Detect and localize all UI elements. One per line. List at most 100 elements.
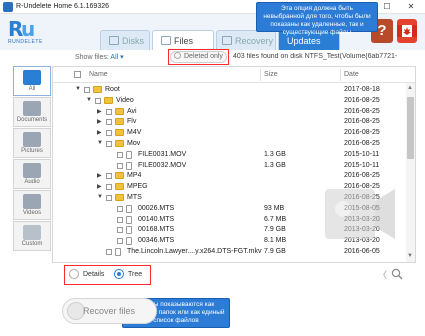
folder-icon — [115, 129, 124, 137]
show-files-value: All — [110, 54, 119, 61]
row-date: 2016-08-25 — [344, 118, 380, 126]
column-header: Name Size Date — [53, 67, 415, 83]
file-icon — [126, 215, 132, 224]
collapse-arrow-icon[interactable]: ▼ — [86, 97, 92, 103]
row-checkbox[interactable] — [106, 119, 112, 126]
table-row[interactable]: ▶ M4V 2016-08-25 — [53, 128, 403, 139]
file-tree-list: Name Size Date ▼ Root 2017-08-18 ▼ Video 2016… — [52, 66, 416, 263]
expand-arrow-icon[interactable]: ▶ — [97, 118, 102, 125]
expand-arrow-icon[interactable]: ▶ — [97, 172, 102, 179]
folder-icon — [115, 118, 124, 126]
table-row[interactable]: ▶ Flv 2016-08-25 — [53, 117, 403, 128]
folder-icon — [115, 172, 124, 180]
row-name: Video — [116, 96, 134, 104]
maximize-button[interactable]: ☐ — [376, 0, 398, 14]
row-name: The.Lincoln.Lawyer....y.x264.DTS-FGT.mkv — [127, 248, 262, 255]
folder-icon — [161, 36, 171, 45]
row-checkbox[interactable] — [106, 184, 112, 191]
row-size: 7.9 GB — [264, 226, 286, 234]
video-watermark-icon — [325, 189, 395, 239]
recover-files-button[interactable]: Recover files — [62, 298, 157, 324]
row-name: 00140.MTS — [138, 215, 175, 223]
file-icon — [115, 248, 121, 256]
column-date[interactable]: Date — [344, 71, 359, 78]
table-row[interactable]: FILE0032.MOV 1.3 GB 2015-10-11 — [53, 161, 403, 172]
row-name: 00346.MTS — [138, 237, 175, 245]
file-icon — [126, 204, 132, 213]
show-files-filter[interactable]: Show files: All ▾ — [75, 53, 124, 61]
table-row[interactable]: ▼ Root 2017-08-18 — [53, 85, 403, 96]
expand-arrow-icon[interactable]: ▶ — [97, 129, 102, 136]
expand-arrow-icon[interactable]: ▶ — [97, 183, 102, 190]
row-checkbox[interactable] — [106, 141, 112, 147]
sidebar-item-videos[interactable]: Videos — [13, 190, 51, 220]
found-info: 403 files found on disk NTFS_Test(Volume… — [233, 53, 398, 60]
row-checkbox[interactable] — [95, 97, 101, 104]
select-all-checkbox[interactable] — [74, 71, 81, 78]
column-size[interactable]: Size — [264, 71, 278, 78]
close-button[interactable]: ✕ — [400, 0, 422, 14]
collapse-arrow-icon[interactable]: ▼ — [97, 194, 103, 200]
sidebar-item-all[interactable]: All — [13, 66, 51, 96]
nav-prev-icon[interactable]: 〈 — [378, 268, 387, 281]
row-date: 2015-10-11 — [344, 161, 380, 169]
videos-icon — [23, 194, 41, 209]
tab-files[interactable]: Files — [152, 30, 214, 50]
sidebar-item-audio[interactable]: Audio — [13, 159, 51, 189]
folder-icon — [115, 107, 124, 115]
app-icon — [3, 2, 13, 12]
app-logo: Ru RUNDELETE — [8, 17, 43, 45]
row-checkbox[interactable] — [117, 205, 123, 212]
row-name: MPEG — [127, 183, 148, 191]
row-checkbox[interactable] — [106, 173, 112, 180]
column-name[interactable]: Name — [89, 71, 108, 78]
row-name: 00026.MTS — [138, 204, 175, 212]
sidebar-item-pictures[interactable]: Pictures — [13, 128, 51, 158]
sidebar-item-documents[interactable]: Documents — [13, 97, 51, 127]
row-size: 8.1 MB — [264, 237, 287, 245]
row-checkbox[interactable] — [117, 238, 123, 245]
scroll-down-icon[interactable]: ▼ — [407, 253, 413, 259]
row-checkbox[interactable] — [106, 130, 112, 137]
tab-recovery[interactable]: Recovery — [216, 30, 276, 50]
row-checkbox[interactable] — [106, 195, 112, 201]
table-row[interactable]: ▼ Mov 2016-08-25 — [53, 139, 403, 150]
sidebar-item-custom[interactable]: Custom — [13, 221, 51, 251]
folder-icon — [104, 96, 113, 104]
row-checkbox[interactable] — [84, 87, 90, 93]
table-row[interactable]: ▼ Video 2016-08-25 — [53, 96, 403, 107]
all-files-icon — [23, 70, 41, 85]
file-icon — [126, 237, 132, 246]
row-checkbox[interactable] — [106, 108, 112, 115]
expand-arrow-icon[interactable]: ▶ — [97, 108, 102, 115]
logo-text: RUNDELETE — [8, 39, 43, 45]
window-title: R-Undelete Home 6.1.169326 — [16, 3, 110, 10]
row-checkbox[interactable] — [117, 227, 123, 234]
search-icon[interactable] — [391, 268, 403, 280]
row-date: 2016-08-25 — [344, 96, 380, 104]
scroll-up-icon[interactable]: ▲ — [407, 85, 413, 91]
table-row[interactable]: FILE0031.MOV 1.3 GB 2015-10-11 — [53, 150, 403, 161]
collapse-arrow-icon[interactable]: ▼ — [97, 140, 103, 146]
row-date: 2016-08-25 — [344, 129, 380, 137]
row-size: 6.7 MB — [264, 215, 287, 223]
row-size: 7.9 GB — [264, 248, 286, 255]
row-date: 2016-08-25 — [344, 140, 380, 147]
row-checkbox[interactable] — [117, 162, 123, 169]
tab-disks[interactable]: Disks — [100, 30, 150, 50]
disk-icon — [109, 36, 119, 45]
vertical-scrollbar[interactable]: ▲ ▼ — [406, 83, 415, 262]
row-date: 2015-10-11 — [344, 150, 380, 158]
collapse-arrow-icon[interactable]: ▼ — [75, 86, 81, 92]
file-icon — [126, 226, 132, 235]
folder-icon — [93, 86, 102, 93]
language-flag-icon[interactable] — [397, 19, 417, 43]
row-size: 1.3 GB — [264, 161, 286, 169]
table-row[interactable]: ▶ Avi 2016-08-25 — [53, 107, 403, 118]
audio-icon — [23, 163, 41, 178]
row-checkbox[interactable] — [117, 216, 123, 223]
scroll-thumb[interactable] — [407, 97, 414, 159]
row-name: Flv — [127, 118, 137, 126]
row-checkbox[interactable] — [106, 249, 112, 255]
row-checkbox[interactable] — [117, 151, 123, 158]
